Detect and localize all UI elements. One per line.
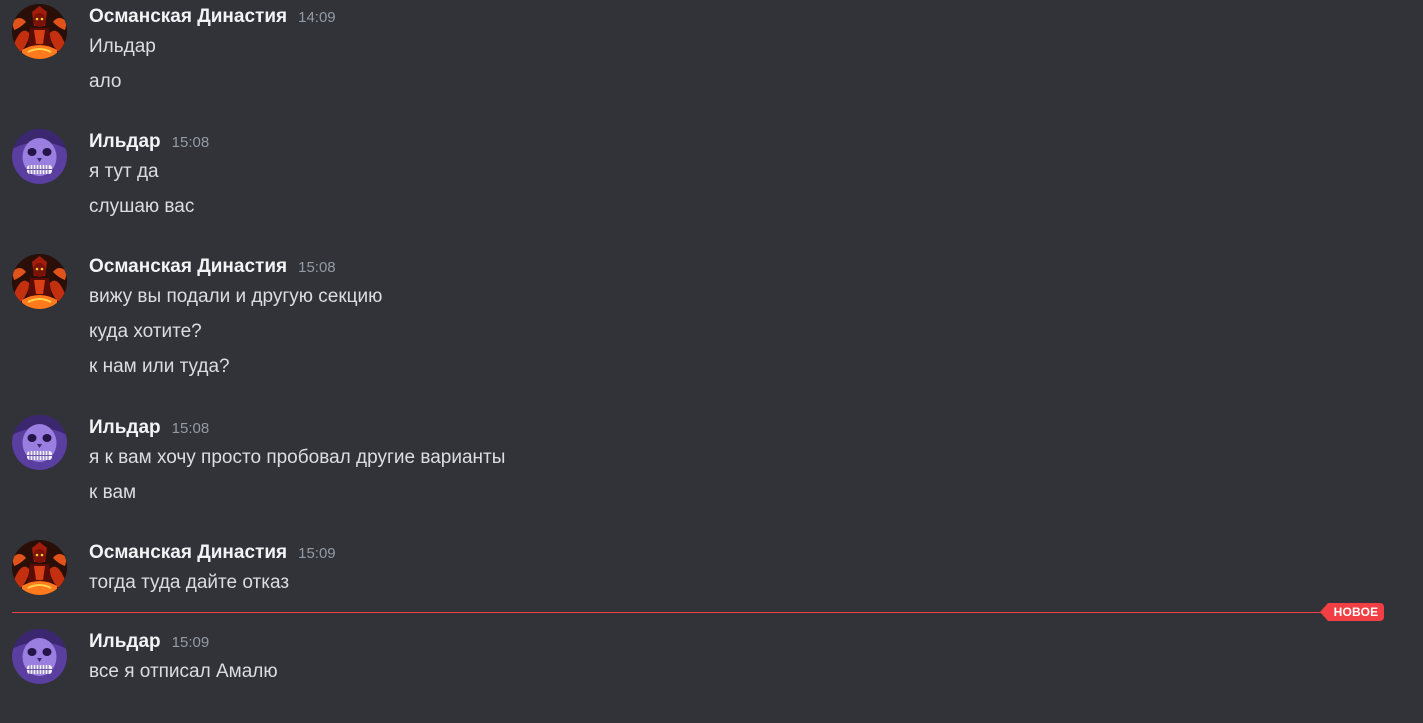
purple-skull-avatar[interactable]	[12, 415, 67, 470]
message-text: ало	[89, 71, 122, 92]
message-author[interactable]: Ильдар 15:08	[89, 131, 209, 154]
purple-skull-avatar[interactable]	[12, 129, 67, 184]
message-text: к вам	[89, 482, 137, 503]
message-text: я к вам хочу просто пробовал другие вари…	[89, 447, 506, 468]
message-author[interactable]: Ильдар 15:08	[89, 417, 209, 440]
author-name[interactable]: Османская Династия	[89, 256, 287, 277]
message-text: вижу вы подали и другую секцию	[89, 286, 383, 307]
purple-skull-avatar[interactable]	[12, 629, 67, 684]
message-text: Ильдар	[89, 36, 156, 57]
message-text: я тут да	[89, 161, 159, 182]
message-timestamp: 14:09	[298, 9, 336, 26]
message-author[interactable]: Османская Династия 14:09	[89, 6, 336, 29]
message-text: тогда туда дайте отказ	[89, 572, 290, 593]
message-author[interactable]: Ильдар 15:09	[89, 631, 209, 654]
author-name[interactable]: Османская Династия	[89, 542, 287, 563]
message-text: к нам или туда?	[89, 356, 230, 377]
author-name[interactable]: Ильдар	[89, 131, 161, 152]
message-text: слушаю вас	[89, 196, 195, 217]
message-text: куда хотите?	[89, 321, 202, 342]
message-author[interactable]: Османская Династия 15:09	[89, 542, 336, 565]
new-messages-divider	[12, 612, 1330, 613]
red-demon-avatar[interactable]	[12, 4, 67, 59]
message-author[interactable]: Османская Династия 15:08	[89, 256, 336, 279]
message-timestamp: 15:09	[171, 634, 210, 651]
author-name[interactable]: Ильдар	[89, 417, 161, 438]
red-demon-avatar[interactable]	[12, 540, 67, 595]
red-demon-avatar[interactable]	[12, 254, 67, 309]
author-name[interactable]: Ильдар	[89, 631, 161, 652]
message-text: все я отписал Амалю	[89, 661, 278, 682]
message-timestamp: 15:08	[171, 420, 210, 437]
message-timestamp: 15:08	[298, 259, 336, 276]
message-timestamp: 15:08	[171, 134, 210, 151]
message-timestamp: 15:09	[298, 545, 336, 562]
new-messages-badge: НОВОЕ	[1320, 603, 1384, 621]
author-name[interactable]: Османская Династия	[89, 6, 287, 27]
